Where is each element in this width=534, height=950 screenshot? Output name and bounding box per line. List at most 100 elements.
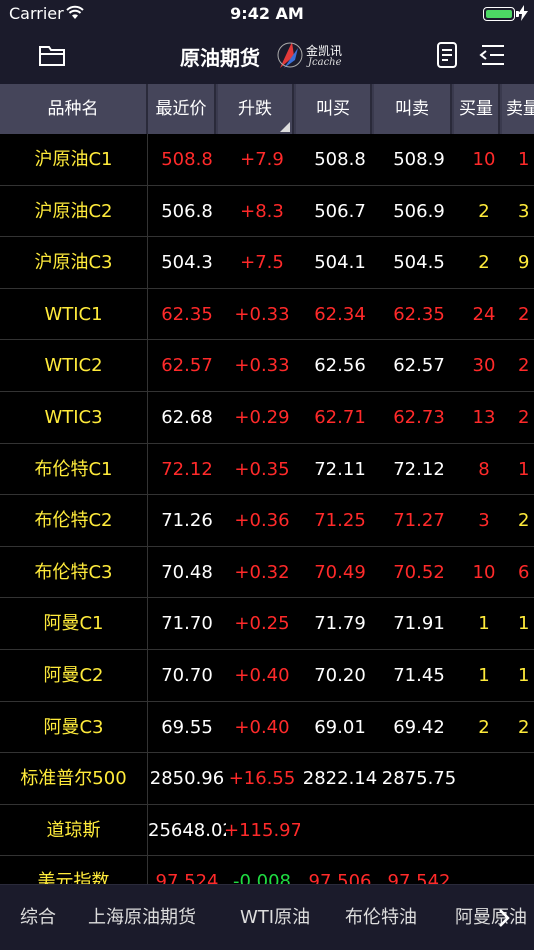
- row-ask: 71.91: [393, 613, 445, 635]
- brand-logo: 金凯讯 Jcache: [276, 38, 352, 72]
- tab-overview[interactable]: 综合: [20, 885, 56, 950]
- quote-table: 沪原油C1 508.8 +7.9 508.8 508.9 10 1 沪原油C2 506.8 +8.…: [0, 134, 534, 884]
- row-bid-qty: [458, 856, 510, 884]
- row-ask: [380, 805, 458, 857]
- table-row[interactable]: WTIC3 62.68 +0.29 62.71 62.73 13 2: [0, 392, 534, 444]
- table-row[interactable]: 沪原油C2 506.8 +8.3 506.7 506.9 2 3: [0, 185, 534, 238]
- row-bid-qty: 1: [478, 665, 490, 686]
- row-name: WTIC1: [0, 288, 148, 341]
- table-row[interactable]: WTIC2 62.57 +0.33 62.56 62.57 30 2: [0, 340, 534, 392]
- row-bid-qty: [458, 753, 510, 805]
- row-name: 阿曼C3: [0, 701, 148, 754]
- row-bid: 69.01: [314, 716, 366, 738]
- row-bid: 504.1: [314, 252, 366, 274]
- tab-oman-crude[interactable]: 阿曼原油: [455, 885, 527, 950]
- row-change: +0.25: [234, 613, 290, 635]
- row-bid: 62.34: [314, 303, 366, 325]
- row-ask: 62.73: [393, 407, 445, 428]
- row-name: 布伦特C2: [0, 495, 148, 547]
- row-change: +0.33: [234, 355, 290, 377]
- row-last-price: 71.26: [161, 510, 213, 532]
- column-header-change[interactable]: 升跌: [218, 84, 294, 134]
- folder-icon[interactable]: [38, 42, 66, 68]
- row-last-price: 508.8: [161, 149, 213, 170]
- row-last-price: 62.68: [161, 407, 213, 428]
- row-name: 布伦特C3: [0, 546, 148, 599]
- row-name: 沪原油C3: [0, 237, 148, 289]
- row-bid-qty: 10: [472, 561, 496, 583]
- table-row[interactable]: 布伦特C1 72.12 +0.35 72.11 72.12 8 1: [0, 443, 534, 496]
- tab-wti-crude[interactable]: WTI原油: [240, 885, 310, 950]
- row-ask-qty: [510, 856, 534, 884]
- row-bid-qty: 10: [472, 149, 496, 170]
- row-change: +0.40: [234, 716, 290, 738]
- row-name: WTIC2: [0, 340, 148, 392]
- row-ask-qty: 1: [518, 149, 530, 170]
- column-header-ask[interactable]: 叫卖: [374, 84, 452, 134]
- row-ask: 62.57: [393, 355, 445, 377]
- table-row[interactable]: 阿曼C3 69.55 +0.40 69.01 69.42 2 2: [0, 701, 534, 754]
- status-bar: Carrier 9:42 AM: [0, 0, 534, 28]
- column-header-ask-qty[interactable]: 卖量: [502, 84, 534, 134]
- row-bid-qty: 1: [478, 613, 490, 635]
- row-ask: 504.5: [393, 252, 445, 274]
- row-change: +0.35: [234, 458, 290, 480]
- row-name: 道琼斯: [0, 804, 148, 857]
- row-ask-qty: 1: [518, 458, 530, 480]
- row-ask-qty: 2: [518, 716, 530, 738]
- row-name: 阿曼C2: [0, 650, 148, 702]
- column-header-name[interactable]: 品种名: [0, 84, 148, 134]
- tab-shanghai-crude[interactable]: 上海原油期货: [88, 885, 196, 950]
- table-row[interactable]: 布伦特C3 70.48 +0.32 70.49 70.52 10 6: [0, 546, 534, 599]
- row-bid: 97.506: [308, 871, 372, 884]
- row-ask-qty: [510, 805, 534, 857]
- row-ask-qty: 6: [518, 561, 530, 583]
- row-ask: 508.9: [393, 149, 445, 170]
- row-ask: 70.52: [393, 561, 445, 583]
- row-change: -0.008: [232, 871, 292, 884]
- bottom-tab-bar: 综合 上海原油期货 WTI原油 布伦特油 阿曼原油: [0, 884, 534, 950]
- menu-collapse-icon[interactable]: [478, 44, 506, 66]
- battery-icon: [483, 7, 519, 21]
- row-ask-qty: 2: [518, 407, 530, 428]
- row-name: 沪原油C1: [0, 134, 148, 186]
- row-bid-qty: 8: [478, 458, 490, 480]
- table-row[interactable]: 道琼斯 25648.02 +115.97: [0, 804, 534, 857]
- row-last-price: 97.524: [155, 871, 219, 884]
- table-row[interactable]: 标准普尔500 2850.96 +16.55 2822.14 2875.75: [0, 753, 534, 805]
- tab-brent-crude[interactable]: 布伦特油: [345, 885, 417, 950]
- row-ask-qty: [510, 753, 534, 805]
- row-ask-qty: 2: [518, 303, 530, 325]
- row-bid: 506.7: [314, 200, 366, 222]
- table-row[interactable]: 阿曼C1 71.70 +0.25 71.79 71.91 1 1: [0, 598, 534, 650]
- column-header-last-price[interactable]: 最近价: [148, 84, 216, 134]
- row-change: +115.97: [224, 819, 300, 841]
- document-icon[interactable]: [436, 41, 460, 69]
- row-ask: 72.12: [393, 458, 445, 480]
- table-row[interactable]: 沪原油C1 508.8 +7.9 508.8 508.9 10 1: [0, 134, 534, 186]
- column-header-bid-qty[interactable]: 买量: [454, 84, 500, 134]
- table-row[interactable]: WTIC1 62.35 +0.33 62.34 62.35 24 2: [0, 288, 534, 341]
- column-header-bid[interactable]: 叫买: [296, 84, 372, 134]
- sort-indicator-icon: [280, 122, 290, 132]
- row-ask: 62.35: [393, 303, 445, 325]
- row-ask-qty: 3: [518, 200, 530, 222]
- row-bid-qty: 2: [478, 716, 490, 738]
- charging-icon: [518, 5, 528, 21]
- table-row[interactable]: 布伦特C2 71.26 +0.36 71.25 71.27 3 2: [0, 495, 534, 547]
- row-change: +7.5: [240, 252, 284, 274]
- row-ask: 71.27: [393, 510, 445, 532]
- row-bid: 62.56: [314, 355, 366, 377]
- row-bid-qty: 2: [478, 252, 490, 274]
- row-bid: 70.49: [314, 561, 366, 583]
- table-row[interactable]: 沪原油C3 504.3 +7.5 504.1 504.5 2 9: [0, 237, 534, 289]
- table-row[interactable]: 阿曼C2 70.70 +0.40 70.20 71.45 1 1: [0, 650, 534, 702]
- row-bid: 2822.14: [302, 768, 378, 790]
- chevron-right-icon[interactable]: [497, 907, 511, 929]
- row-ask-qty: 1: [518, 665, 530, 686]
- table-row[interactable]: 美元指数 97.524 -0.008 97.506 97.542: [0, 856, 534, 884]
- row-last-price: 71.70: [161, 613, 213, 635]
- row-last-price: 62.57: [161, 355, 213, 377]
- row-last-price: 506.8: [161, 200, 213, 222]
- row-last-price: 62.35: [161, 303, 213, 325]
